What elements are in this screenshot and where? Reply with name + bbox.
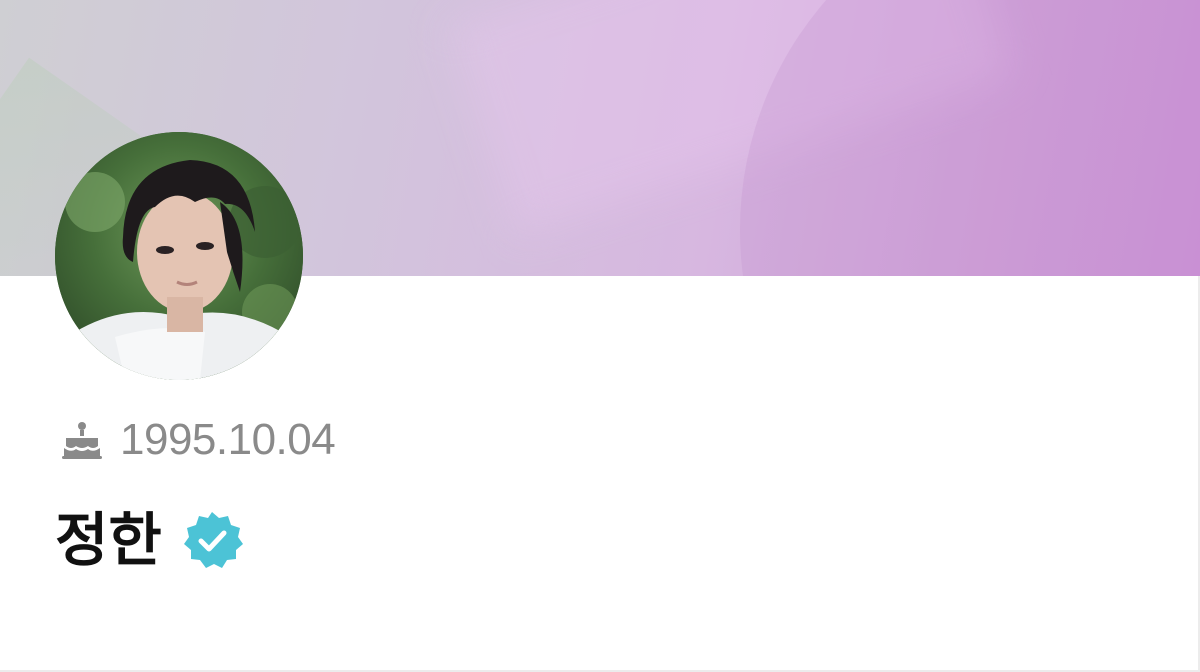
profile-card: 1995.10.04 정한 [0,0,1200,672]
display-name: 정한 [55,506,162,574]
birthday-date: 1995.10.04 [120,415,336,464]
avatar[interactable] [55,132,303,380]
birthday-row: 1995.10.04 [58,415,336,464]
avatar-photo [55,132,303,380]
name-row: 정한 [55,500,244,580]
cover-decor-right [740,0,1200,276]
verified-badge-icon [180,508,244,572]
cake-icon [58,416,106,464]
